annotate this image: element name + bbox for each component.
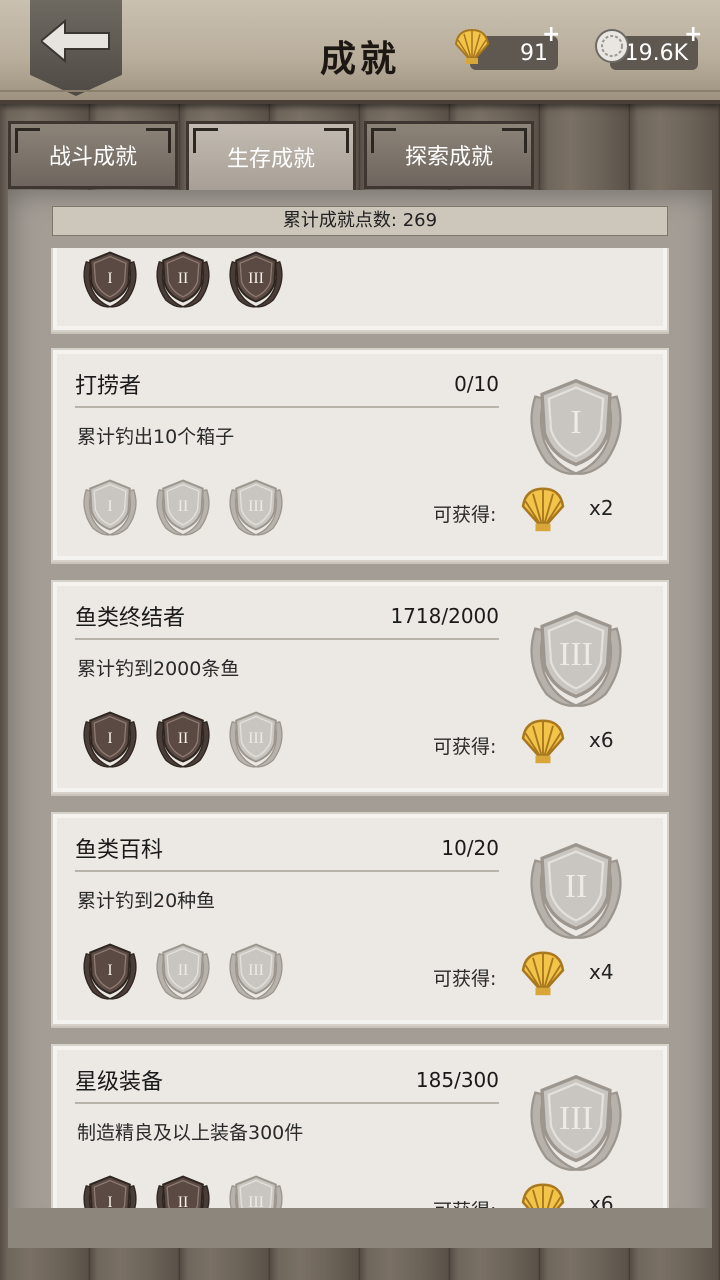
tier-medal-icon: II [150,1172,216,1208]
achievement-description: 制造精良及以上装备300件 [77,1122,304,1144]
divider-line [75,1102,499,1104]
tier-medal-icon: III [223,248,289,310]
reward-count: x6 [589,728,614,752]
reward-count: x2 [589,496,614,520]
total-points-bar: 累计成就点数: 269 [52,206,668,236]
tab-explore[interactable]: 探索成就 [364,121,534,189]
svg-text:I: I [107,498,112,515]
svg-text:I: I [107,1194,112,1208]
svg-text:I: I [570,404,581,441]
svg-text:II: II [178,498,189,515]
tier-medal-icon: II [150,940,216,1002]
achievement-progress: 0/10 [454,372,499,396]
tier-medal-icon: III [223,476,289,538]
svg-text:III: III [248,962,264,979]
achievement-description: 累计钓到2000条鱼 [77,658,240,680]
achievement-name: 鱼类百科 [75,838,164,863]
tier-medal-icon: II [150,708,216,770]
tab-label: 生存成就 [226,147,315,172]
reward-label: 可获得: [433,504,497,526]
tier-medal-icon: I [77,1172,143,1208]
achievement-card: 鱼类百科 10/20 累计钓到20种鱼 I II III 可获得: x4 II [51,812,669,1026]
current-tier-medal-icon: III [519,606,633,710]
shell-reward-icon [518,950,568,1002]
svg-text:II: II [178,962,189,979]
top-bar: 成就 91 + 19.6K + [0,0,720,104]
achievement-name: 星级装备 [75,1070,164,1095]
tab-label: 探索成就 [404,145,493,170]
achievement-card: 星级装备 185/300 制造精良及以上装备300件 I II III 可获得: x6… [51,1044,669,1208]
divider-line [75,406,499,408]
achievement-card-partial: I II III [51,248,669,332]
svg-text:III: III [248,730,264,747]
tier-medal-icon: II [150,248,216,310]
achievement-progress: 10/20 [441,836,499,860]
svg-text:III: III [248,498,264,515]
current-tier-medal-icon: III [519,1070,633,1174]
svg-text:II: II [565,868,588,905]
tier-medal-icon: II [150,476,216,538]
svg-text:III: III [559,1100,593,1137]
svg-text:II: II [178,730,189,747]
tier-medal-icon: I [77,708,143,770]
achievement-name: 打捞者 [75,374,142,399]
reward-label: 可获得: [433,736,497,758]
tier-medal-icon: III [223,940,289,1002]
svg-text:II: II [178,1194,189,1208]
shell-reward-icon [518,486,568,538]
tab-combat[interactable]: 战斗成就 [8,121,178,189]
current-tier-medal-icon: I [519,374,633,478]
svg-text:I: I [107,270,112,287]
shell-reward-icon [518,718,568,770]
achievement-progress: 1718/2000 [390,604,499,628]
svg-text:III: III [248,270,264,287]
tier-medal-icon: III [223,708,289,770]
tab-survival[interactable]: 生存成就 [186,121,356,193]
achievement-description: 累计钓出10个箱子 [77,426,235,448]
panel-bottom-edge [8,1208,712,1248]
svg-text:I: I [107,730,112,747]
add-shell-button[interactable]: + [542,22,560,47]
coin-amount: 19.6K [624,40,688,66]
tier-medal-icon: I [77,940,143,1002]
reward-label: 可获得: [433,968,497,990]
shell-reward-icon [518,1182,568,1208]
achievement-name: 鱼类终结者 [75,606,186,631]
tier-medal-icon: I [77,476,143,538]
shell-currency-icon [454,28,490,64]
coin-icon [595,29,629,63]
svg-text:II: II [178,270,189,287]
achievement-list[interactable]: I II III 打捞者 0/10 累计钓出10个箱子 I II III 可获得: x… [0,248,720,1208]
reward-label: 可获得: [433,1196,496,1208]
current-tier-medal-icon: II [519,838,633,942]
svg-text:I: I [107,962,112,979]
svg-text:III: III [248,1194,264,1208]
reward-count: x6 [589,1192,614,1208]
add-coin-button[interactable]: + [684,22,702,47]
achievement-progress: 185/300 [415,1068,499,1092]
achievement-description: 累计钓到20种鱼 [77,890,216,912]
reward-count: x4 [589,960,614,984]
achievement-card: 鱼类终结者 1718/2000 累计钓到2000条鱼 I II III 可获得: x6… [51,580,669,794]
achievement-card: 打捞者 0/10 累计钓出10个箱子 I II III 可获得: x2 I [51,348,669,562]
tab-label: 战斗成就 [48,145,137,170]
svg-text:III: III [559,636,593,673]
tier-medal-icon: III [223,1172,289,1208]
divider-line [75,638,499,640]
divider-line [75,870,499,872]
tier-medal-icon: I [77,248,143,310]
